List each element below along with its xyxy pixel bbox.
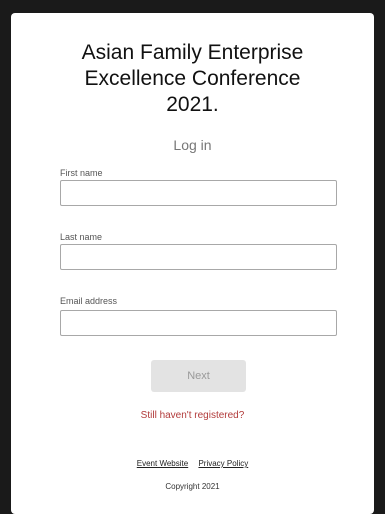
copyright-text: Copyright 2021 (165, 482, 220, 491)
event-website-link[interactable]: Event Website (137, 459, 188, 468)
footer-links: Event Website Privacy Policy (11, 459, 374, 468)
privacy-policy-link[interactable]: Privacy Policy (198, 459, 248, 468)
first-name-input[interactable] (60, 180, 337, 206)
last-name-input[interactable] (60, 244, 337, 270)
email-label: Email address (60, 296, 118, 306)
title-line: 2021. (166, 93, 219, 116)
login-subtitle: Log in (173, 137, 212, 153)
register-link[interactable]: Still haven't registered? (11, 410, 374, 421)
login-card: Asian Family Enterprise Excellence Confe… (11, 13, 374, 514)
last-name-label: Last name (60, 232, 103, 242)
title-line: Excellence Conference (84, 67, 301, 90)
page-title: Asian Family Enterprise Excellence Confe… (11, 40, 374, 118)
next-button[interactable]: Next (151, 360, 246, 392)
email-input[interactable] (60, 310, 337, 336)
title-line: Asian Family Enterprise (81, 41, 304, 64)
first-name-label: First name (60, 168, 103, 178)
